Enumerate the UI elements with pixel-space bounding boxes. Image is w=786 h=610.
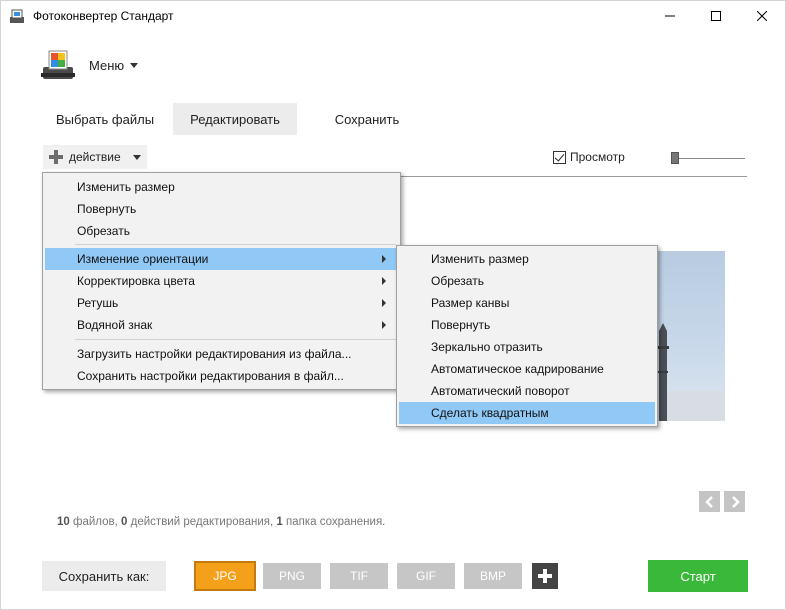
app-icon: [9, 8, 25, 24]
menu-item-save-settings[interactable]: Сохранить настройки редактирования в фай…: [45, 365, 398, 387]
format-gif-button[interactable]: GIF: [397, 563, 455, 589]
menu-separator: [75, 339, 396, 340]
folders-text: папка сохранения.: [286, 516, 386, 528]
chevron-right-icon: [382, 277, 386, 285]
submenu-item-auto-rotate[interactable]: Автоматический поворот: [399, 380, 655, 402]
chevron-down-icon: [132, 154, 141, 160]
next-button[interactable]: [724, 491, 745, 512]
submenu-item-auto-crop[interactable]: Автоматическое кадрирование: [399, 358, 655, 380]
menu-separator: [75, 244, 396, 245]
chevron-down-icon: [130, 63, 139, 68]
submenu-item-canvas-size[interactable]: Размер канвы: [399, 292, 655, 314]
chevron-right-icon: [382, 299, 386, 307]
start-button[interactable]: Старт: [648, 560, 748, 592]
save-as-label: Сохранить как:: [42, 561, 166, 591]
actions-count: 0: [121, 516, 128, 528]
actions-text: действий редактирования,: [130, 516, 274, 528]
menu-item-label: Ретушь: [77, 296, 119, 310]
menu-item-crop[interactable]: Обрезать: [45, 220, 398, 242]
menu-item-label: Изменение ориентации: [77, 252, 209, 266]
menu-item-label: Водяной знак: [77, 318, 153, 332]
tab-select-files[interactable]: Выбрать файлы: [43, 103, 167, 135]
action-dropdown-button[interactable]: действие: [43, 145, 147, 169]
minimize-button[interactable]: [647, 1, 693, 31]
preview-toggle[interactable]: Просмотр: [553, 150, 625, 164]
submenu-item-make-square[interactable]: Сделать квадратным: [399, 402, 655, 424]
chevron-right-icon: [382, 255, 386, 263]
tab-edit[interactable]: Редактировать: [173, 103, 297, 135]
close-icon: [757, 11, 767, 21]
preview-checkbox[interactable]: [553, 150, 566, 164]
chevron-right-icon: [731, 495, 740, 508]
submenu-item-crop[interactable]: Обрезать: [399, 270, 655, 292]
menu-item-orientation[interactable]: Изменение ориентации: [45, 248, 398, 270]
orientation-submenu: Изменить размер Обрезать Размер канвы По…: [396, 245, 658, 427]
menu-item-resize[interactable]: Изменить размер: [45, 176, 398, 198]
chevron-left-icon: [704, 495, 713, 508]
menu-item-load-settings[interactable]: Загрузить настройки редактирования из фа…: [45, 343, 398, 365]
menu-item-rotate[interactable]: Повернуть: [45, 198, 398, 220]
format-jpg-button[interactable]: JPG: [194, 561, 256, 591]
menu-item-label: Корректировка цвета: [77, 274, 195, 288]
files-text: файлов,: [73, 516, 118, 528]
maximize-icon: [711, 11, 721, 21]
submenu-item-resize[interactable]: Изменить размер: [399, 248, 655, 270]
format-bmp-button[interactable]: BMP: [464, 563, 522, 589]
chevron-right-icon: [382, 321, 386, 329]
main-menu-button[interactable]: Меню: [89, 58, 139, 73]
tab-save[interactable]: Сохранить: [303, 103, 431, 135]
title-bar[interactable]: Фотоконвертер Стандарт: [1, 1, 786, 31]
menu-label: Меню: [89, 58, 125, 73]
menu-item-retouch[interactable]: Ретушь: [45, 292, 398, 314]
zoom-slider-track[interactable]: [675, 158, 745, 159]
files-count: 10: [57, 516, 70, 528]
status-summary: 10 файлов, 0 действий редактирования, 1 …: [57, 516, 385, 528]
app-window: Фотоконвертер Стандарт Меню Выбрать файл…: [0, 0, 786, 610]
app-logo: [41, 49, 75, 81]
format-tif-button[interactable]: TIF: [330, 563, 388, 589]
add-format-button[interactable]: [532, 563, 558, 589]
action-label: действие: [69, 150, 121, 164]
plus-icon: [538, 569, 552, 583]
format-png-button[interactable]: PNG: [263, 563, 321, 589]
window-title: Фотоконвертер Стандарт: [33, 9, 174, 23]
toolbar-divider: [399, 176, 747, 177]
menu-item-color-correction[interactable]: Корректировка цвета: [45, 270, 398, 292]
preview-thumbnail[interactable]: [655, 251, 725, 421]
close-button[interactable]: [739, 1, 785, 31]
maximize-button[interactable]: [693, 1, 739, 31]
plus-icon: [49, 150, 63, 164]
action-context-menu: Изменить размер Повернуть Обрезать Измен…: [42, 172, 401, 390]
zoom-slider-handle[interactable]: [671, 152, 679, 164]
submenu-item-rotate[interactable]: Повернуть: [399, 314, 655, 336]
submenu-item-mirror[interactable]: Зеркально отразить: [399, 336, 655, 358]
minimize-icon: [665, 15, 675, 17]
menu-item-watermark[interactable]: Водяной знак: [45, 314, 398, 336]
preview-label: Просмотр: [570, 150, 625, 164]
previous-button[interactable]: [699, 491, 720, 512]
folders-count: 1: [276, 516, 283, 528]
